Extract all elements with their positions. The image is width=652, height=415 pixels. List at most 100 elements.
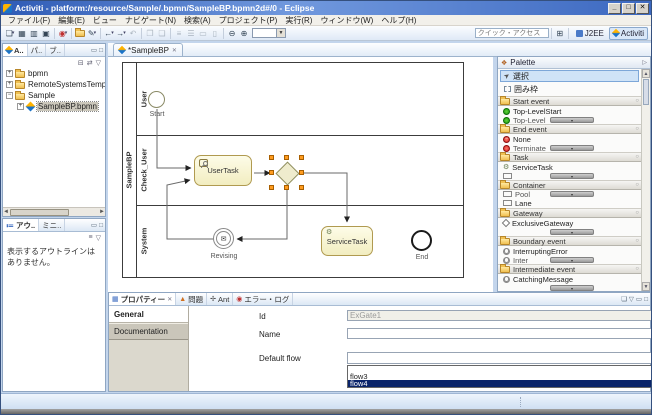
pin-icon[interactable]: ○ bbox=[635, 210, 639, 216]
maximize-view-icon[interactable]: □ bbox=[644, 296, 648, 303]
tree-item-remotesystems[interactable]: +RemoteSystemsTempFiles bbox=[3, 79, 105, 90]
tab-minimap[interactable]: ミニ.. bbox=[39, 219, 65, 231]
match-width-icon[interactable]: ▭ bbox=[197, 27, 209, 39]
bpmn-canvas[interactable]: SampleBP User Check_User System Start Us… bbox=[108, 57, 493, 292]
perspective-activiti[interactable]: Activiti bbox=[609, 27, 648, 40]
drawer-scroll-indicator[interactable]: ▾ bbox=[550, 285, 594, 291]
collapse-palette-icon[interactable]: ▷ bbox=[642, 59, 647, 66]
menu-navigate[interactable]: ナビゲート(N) bbox=[121, 15, 180, 26]
palette-item-none[interactable]: −None bbox=[498, 134, 641, 144]
menu-edit[interactable]: 編集(E) bbox=[54, 15, 89, 26]
message-event-node[interactable]: ✉ bbox=[213, 228, 234, 249]
run-config-icon[interactable]: ◉▾ bbox=[57, 27, 69, 39]
view-menu-icon[interactable]: ▽ bbox=[629, 295, 634, 303]
tree-item-bpmn[interactable]: +bpmn bbox=[3, 68, 105, 79]
tab-problems[interactable]: ▲問題 bbox=[176, 293, 207, 305]
palette-item-partial[interactable]: ▾ bbox=[498, 228, 641, 236]
palette-item-partial[interactable]: Inter▾ bbox=[498, 256, 641, 264]
menu-window[interactable]: ウィンドウ(W) bbox=[316, 15, 377, 26]
selection-handle[interactable] bbox=[299, 155, 304, 160]
back-icon[interactable]: ←▾ bbox=[103, 27, 115, 39]
tab-error-log[interactable]: ◉エラー・ログ bbox=[233, 293, 293, 305]
tab-properties[interactable]: ▦プロパティー✕ bbox=[109, 293, 176, 305]
palette-item-partial[interactable]: ▾ bbox=[498, 284, 641, 291]
scroll-thumb[interactable] bbox=[10, 209, 69, 216]
pin-icon[interactable]: ○ bbox=[635, 154, 639, 160]
menu-file[interactable]: ファイル(F) bbox=[4, 15, 54, 26]
selection-handle[interactable] bbox=[284, 155, 289, 160]
expand-icon[interactable]: + bbox=[17, 103, 24, 110]
palette-group-end-event[interactable]: End event○ bbox=[498, 124, 641, 134]
view-menu-icon[interactable]: ▽ bbox=[96, 234, 101, 242]
palette-item-catchingmessage[interactable]: CatchingMessage bbox=[498, 274, 641, 284]
drawer-scroll-indicator[interactable]: ▾ bbox=[550, 257, 594, 263]
palette-item-partial[interactable]: Terminate▾ bbox=[498, 144, 641, 152]
user-task-node[interactable]: UserTask bbox=[194, 155, 252, 186]
pin-icon[interactable]: ○ bbox=[635, 182, 639, 188]
palette-header[interactable]: ❖ Palette ▷ bbox=[498, 57, 650, 69]
close-tab-icon[interactable]: ✕ bbox=[172, 47, 177, 54]
chevron-down-icon[interactable]: ▼ bbox=[276, 29, 285, 37]
palette-item-pool[interactable]: Pool▾ bbox=[498, 190, 641, 198]
editor-tab-samplebp[interactable]: *SampleBP ✕ bbox=[113, 43, 183, 56]
tree-item-sample[interactable]: −Sample bbox=[3, 90, 105, 101]
pin-icon[interactable]: ○ bbox=[635, 266, 639, 272]
menu-search[interactable]: 検索(A) bbox=[180, 15, 215, 26]
menu-run[interactable]: 実行(R) bbox=[281, 15, 316, 26]
minimize-button[interactable]: _ bbox=[608, 3, 621, 14]
maximize-view-icon[interactable]: □ bbox=[99, 222, 103, 229]
pin-icon[interactable]: ○ bbox=[635, 126, 639, 132]
minimize-view-icon[interactable]: ▭ bbox=[636, 295, 642, 303]
palette-group-task[interactable]: Task○ bbox=[498, 152, 641, 162]
view-menu-icon[interactable]: ▽ bbox=[96, 59, 101, 67]
dropdown-option-empty[interactable] bbox=[348, 366, 652, 373]
palette-group-intermediate-event[interactable]: Intermediate event○ bbox=[498, 264, 641, 274]
match-height-icon[interactable]: ▯ bbox=[209, 27, 221, 39]
palette-group-container[interactable]: Container○ bbox=[498, 180, 641, 190]
open-perspective-icon[interactable]: ⊞ bbox=[554, 27, 566, 39]
dropdown-option-flow4[interactable]: flow4 bbox=[348, 380, 652, 387]
copy-icon[interactable]: ❐ bbox=[144, 27, 156, 39]
palette-group-start-event[interactable]: Start event○ bbox=[498, 96, 641, 106]
explorer-hscrollbar[interactable]: ◄► bbox=[3, 207, 105, 216]
save-icon[interactable]: ▦ bbox=[16, 27, 28, 39]
scroll-right-icon[interactable]: ► bbox=[99, 209, 105, 215]
palette-scrollbar[interactable]: ▲ ▼ bbox=[641, 69, 650, 291]
sort-icon[interactable]: ≡ bbox=[89, 234, 93, 241]
scroll-thumb[interactable] bbox=[643, 79, 649, 105]
palette-item-toplevelstart[interactable]: Top-LevelStart bbox=[498, 106, 641, 116]
minimize-view-icon[interactable]: ▭ bbox=[91, 221, 97, 229]
tab-ant[interactable]: ✢Ant bbox=[207, 293, 233, 305]
tab-project-explorer[interactable]: A.. bbox=[3, 44, 28, 56]
scroll-left-icon[interactable]: ◄ bbox=[3, 209, 9, 215]
drawer-scroll-indicator[interactable]: ▾ bbox=[550, 229, 594, 235]
section-documentation[interactable]: Documentation bbox=[109, 323, 188, 340]
collapse-icon[interactable]: − bbox=[6, 92, 13, 99]
drawer-scroll-indicator[interactable]: ▾ bbox=[550, 191, 594, 197]
palette-tool-select[interactable]: ➤選択 bbox=[500, 70, 639, 82]
zoom-in-icon[interactable]: ⊕ bbox=[238, 27, 250, 39]
palette-item-servicetask[interactable]: ⚙ServiceTask bbox=[498, 162, 641, 172]
paste-icon[interactable]: ❏ bbox=[156, 27, 168, 39]
end-event-node[interactable] bbox=[411, 230, 432, 251]
menu-view[interactable]: ビュー bbox=[89, 15, 121, 26]
scroll-up-icon[interactable]: ▲ bbox=[642, 69, 650, 78]
menu-project[interactable]: プロジェクト(P) bbox=[215, 15, 282, 26]
scroll-down-icon[interactable]: ▼ bbox=[642, 282, 650, 291]
palette-item-partial[interactable]: Top-Level▾ bbox=[498, 116, 641, 124]
tree-item-samplebp[interactable]: +SampleBP.bpmn bbox=[3, 101, 105, 112]
palette-group-gateway[interactable]: Gateway○ bbox=[498, 208, 641, 218]
maximize-button[interactable]: □ bbox=[622, 3, 635, 14]
forward-icon[interactable]: →▾ bbox=[115, 27, 127, 39]
zoom-level-combo[interactable]: ▼ bbox=[252, 28, 286, 38]
new-view-icon[interactable]: ❏ bbox=[621, 295, 627, 303]
palette-item-partial[interactable]: ▾ bbox=[498, 172, 641, 180]
selection-handle[interactable] bbox=[269, 155, 274, 160]
open-folder-icon[interactable] bbox=[74, 27, 86, 39]
link-editor-icon[interactable]: ⇄ bbox=[87, 59, 93, 67]
perspective-j2ee[interactable]: J2EE bbox=[573, 28, 607, 39]
drawer-scroll-indicator[interactable]: ▾ bbox=[550, 117, 594, 123]
dropdown-option-flow3[interactable]: flow3 bbox=[348, 373, 652, 380]
palette-tool-marquee[interactable]: 囲み枠 bbox=[500, 83, 639, 95]
quick-access-input[interactable] bbox=[475, 28, 549, 38]
